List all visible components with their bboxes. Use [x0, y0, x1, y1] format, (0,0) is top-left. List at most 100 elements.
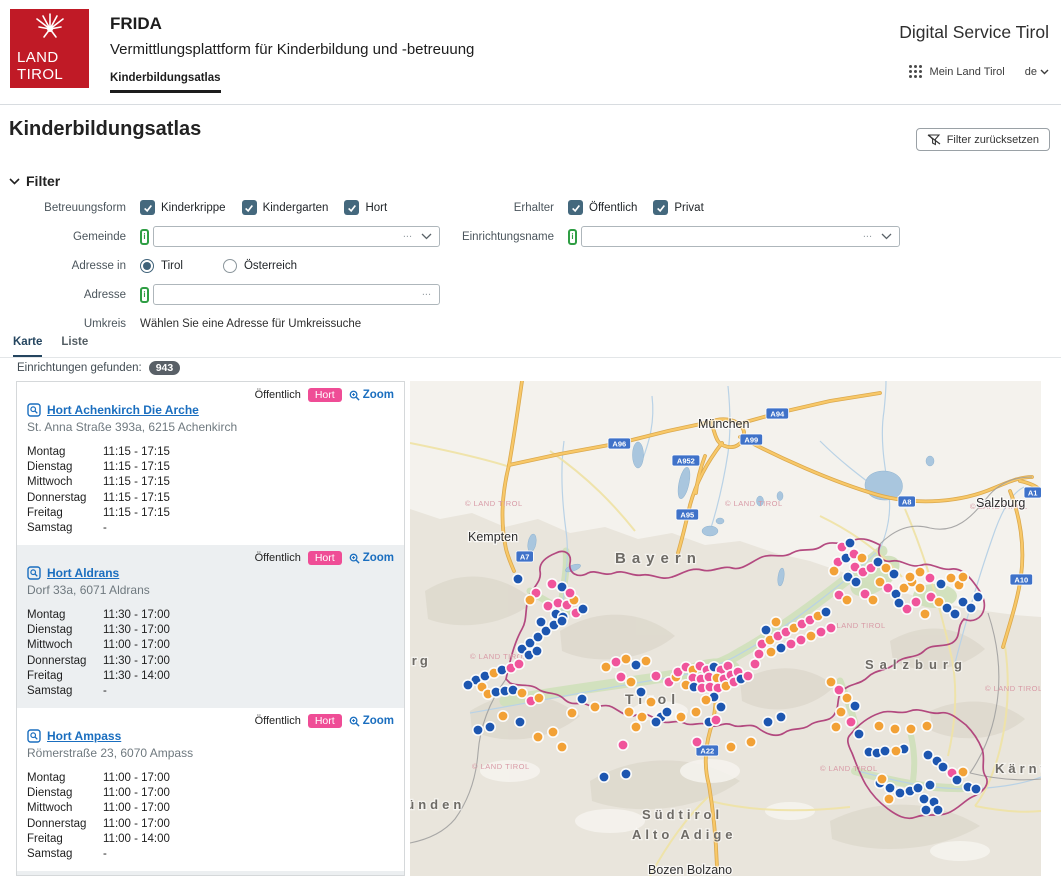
info-icon[interactable]: i: [568, 229, 577, 245]
facility-marker[interactable]: [885, 783, 895, 793]
facility-marker[interactable]: [662, 707, 672, 717]
facility-marker[interactable]: [463, 680, 473, 690]
facility-marker[interactable]: [513, 574, 523, 584]
facility-marker[interactable]: [716, 702, 726, 712]
facility-marker[interactable]: [890, 724, 900, 734]
facility-marker[interactable]: [726, 742, 736, 752]
filter-section-toggle[interactable]: Filter: [9, 173, 60, 189]
facility-marker[interactable]: [616, 672, 626, 682]
facility-link[interactable]: Hort Aldrans: [47, 566, 119, 580]
facility-marker[interactable]: [567, 708, 577, 718]
facility-marker[interactable]: [821, 607, 831, 617]
facility-marker[interactable]: [631, 660, 641, 670]
facility-marker[interactable]: [836, 707, 846, 717]
facility-marker[interactable]: [691, 707, 701, 717]
facility-marker[interactable]: [966, 603, 976, 613]
facility-marker[interactable]: [676, 712, 686, 722]
facility-marker[interactable]: [547, 579, 557, 589]
facility-marker[interactable]: [776, 712, 786, 722]
nav-tab-kinderbildungsatlas[interactable]: Kinderbildungsatlas: [110, 72, 221, 93]
facility-marker[interactable]: [857, 553, 867, 563]
facility-marker[interactable]: [498, 711, 508, 721]
facility-marker[interactable]: [880, 746, 890, 756]
apps-grid-icon[interactable]: [909, 65, 922, 78]
mein-land-tirol-link[interactable]: Mein Land Tirol: [930, 66, 1005, 78]
language-selector[interactable]: de: [1025, 66, 1049, 78]
facility-marker[interactable]: [485, 722, 495, 732]
facility-marker[interactable]: [906, 724, 916, 734]
facility-marker[interactable]: [868, 595, 878, 605]
facility-marker[interactable]: [922, 721, 932, 731]
facility-marker[interactable]: [915, 567, 925, 577]
facility-marker[interactable]: [750, 659, 760, 669]
facility-marker[interactable]: [601, 662, 611, 672]
facility-marker[interactable]: [626, 677, 636, 687]
zoom-link[interactable]: Zoom: [349, 552, 394, 564]
facility-marker[interactable]: [599, 772, 609, 782]
facility-marker[interactable]: [884, 794, 894, 804]
info-icon[interactable]: i: [140, 287, 149, 303]
facility-marker[interactable]: [973, 592, 983, 602]
filter-reset-button[interactable]: Filter zurücksetzen: [916, 128, 1050, 151]
facility-marker[interactable]: [894, 598, 904, 608]
adresse-in-radio-tirol[interactable]: Tirol: [140, 259, 183, 273]
facility-marker[interactable]: [834, 685, 844, 695]
facility-marker[interactable]: [692, 737, 702, 747]
facility-marker[interactable]: [796, 635, 806, 645]
facility-marker[interactable]: [514, 659, 524, 669]
adresse-in-radio-österreich[interactable]: Österreich: [223, 259, 297, 273]
facility-marker[interactable]: [952, 775, 962, 785]
facility-marker[interactable]: [534, 693, 544, 703]
facility-marker[interactable]: [525, 595, 535, 605]
facility-marker[interactable]: [746, 737, 756, 747]
facility-marker[interactable]: [950, 609, 960, 619]
facility-marker[interactable]: [646, 697, 656, 707]
facility-marker[interactable]: [874, 721, 884, 731]
facility-marker[interactable]: [763, 717, 773, 727]
facility-link[interactable]: Hort Achenkirch Die Arche: [47, 403, 199, 417]
facility-marker[interactable]: [958, 572, 968, 582]
facility-marker[interactable]: [913, 783, 923, 793]
facility-marker[interactable]: [925, 780, 935, 790]
facility-marker[interactable]: [921, 805, 931, 815]
facility-marker[interactable]: [919, 794, 929, 804]
facility-marker[interactable]: [557, 616, 567, 626]
tirol-map[interactable]: © LAND TIROL© LAND TIROL© LAND TIROL© LA…: [410, 381, 1041, 876]
facility-marker[interactable]: [854, 729, 864, 739]
facility-marker[interactable]: [517, 688, 527, 698]
facility-marker[interactable]: [637, 712, 647, 722]
facility-marker[interactable]: [816, 627, 826, 637]
facility-marker[interactable]: [577, 694, 587, 704]
land-tirol-logo[interactable]: LANDTIROL: [10, 9, 89, 88]
betreuungsform-checkbox-kinderkrippe[interactable]: Kinderkrippe: [140, 200, 226, 215]
facility-marker[interactable]: [851, 577, 861, 587]
facility-marker[interactable]: [925, 573, 935, 583]
facility-marker[interactable]: [761, 625, 771, 635]
facility-marker[interactable]: [971, 784, 981, 794]
facility-marker[interactable]: [651, 717, 661, 727]
facility-marker[interactable]: [711, 715, 721, 725]
facility-marker[interactable]: [905, 572, 915, 582]
facility-marker[interactable]: [543, 601, 553, 611]
zoom-link[interactable]: Zoom: [349, 389, 394, 401]
facility-marker[interactable]: [621, 654, 631, 664]
facility-marker[interactable]: [831, 722, 841, 732]
facility-marker[interactable]: [590, 702, 600, 712]
facility-marker[interactable]: [845, 538, 855, 548]
facility-marker[interactable]: [565, 588, 575, 598]
facility-marker[interactable]: [532, 646, 542, 656]
tab-karte[interactable]: Karte: [13, 336, 42, 357]
facility-marker[interactable]: [829, 566, 839, 576]
facility-marker[interactable]: [895, 788, 905, 798]
facility-marker[interactable]: [766, 647, 776, 657]
facility-marker[interactable]: [806, 631, 816, 641]
facility-marker[interactable]: [636, 687, 646, 697]
facility-marker[interactable]: [826, 623, 836, 633]
facility-marker[interactable]: [618, 740, 628, 750]
facility-marker[interactable]: [578, 604, 588, 614]
facility-marker[interactable]: [621, 769, 631, 779]
facility-link[interactable]: Hort Ampass: [47, 729, 121, 743]
facility-marker[interactable]: [826, 677, 836, 687]
facility-marker[interactable]: [701, 695, 711, 705]
facility-marker[interactable]: [889, 569, 899, 579]
